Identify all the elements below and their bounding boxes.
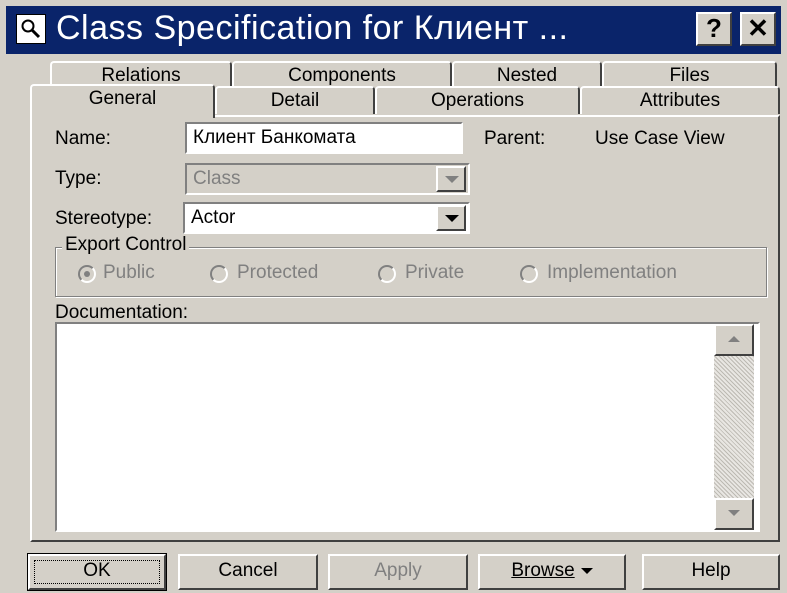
scroll-down-arrow-icon <box>728 510 740 516</box>
chevron-down-icon <box>445 176 459 183</box>
tab-detail[interactable]: Detail <box>215 86 375 114</box>
tab-files[interactable]: Files <box>602 61 777 87</box>
radio-private-label: Private <box>405 262 465 283</box>
browse-button[interactable]: Browse <box>478 554 626 590</box>
stereotype-select[interactable]: Actor <box>183 202 470 234</box>
radio-protected-label: Protected <box>237 262 319 283</box>
documentation-scrollbar[interactable] <box>714 324 754 530</box>
documentation-label: Documentation: <box>55 302 189 323</box>
ok-button[interactable]: OK <box>27 553 167 591</box>
export-control-label: Export Control <box>62 234 190 256</box>
chevron-down-icon <box>445 215 459 222</box>
type-select: Class <box>185 163 470 195</box>
tab-nested[interactable]: Nested <box>452 61 602 87</box>
focus-rectangle <box>34 560 160 584</box>
apply-button-label: Apply <box>374 560 422 581</box>
radio-public <box>78 265 96 283</box>
magnifier-icon <box>16 14 46 44</box>
scroll-up-arrow-icon <box>728 336 740 342</box>
help-title-button[interactable]: ? <box>696 12 732 46</box>
stereotype-dropdown-button[interactable] <box>436 205 466 231</box>
title-bar[interactable]: Class Specification for Клиент ... ? ✕ <box>6 6 781 54</box>
name-label: Name: <box>55 128 111 149</box>
stereotype-select-value: Actor <box>191 207 236 228</box>
radio-selected-dot <box>84 271 90 277</box>
help-button-label: Help <box>691 560 731 581</box>
stereotype-label: Stereotype: <box>55 208 153 229</box>
scroll-down-button[interactable] <box>714 498 754 530</box>
class-specification-dialog: Class Specification for Клиент ... ? ✕ R… <box>0 0 787 593</box>
window-title: Class Specification for Клиент ... <box>56 9 569 47</box>
type-label: Type: <box>55 168 102 189</box>
radio-protected <box>210 265 228 283</box>
radio-private <box>378 265 396 283</box>
close-button[interactable]: ✕ <box>740 12 776 46</box>
radio-implementation <box>520 265 538 283</box>
tab-general[interactable]: General <box>30 84 215 118</box>
type-select-value: Class <box>193 168 241 189</box>
tab-operations[interactable]: Operations <box>375 86 580 114</box>
radio-public-label: Public <box>103 262 155 283</box>
chevron-down-icon <box>580 567 593 574</box>
apply-button: Apply <box>328 554 468 590</box>
parent-value: Use Case View <box>595 128 725 149</box>
tab-components[interactable]: Components <box>232 61 452 87</box>
radio-implementation-label: Implementation <box>547 262 677 283</box>
name-field[interactable]: Клиент Банкомата <box>185 122 463 154</box>
scroll-up-button[interactable] <box>714 324 754 356</box>
tab-attributes[interactable]: Attributes <box>580 86 780 114</box>
cancel-button-label: Cancel <box>218 560 278 581</box>
documentation-textarea[interactable] <box>55 322 760 532</box>
type-dropdown-button <box>436 166 466 192</box>
browse-button-label: Browse <box>511 560 575 581</box>
cancel-button[interactable]: Cancel <box>178 554 318 590</box>
help-button[interactable]: Help <box>642 554 780 590</box>
parent-label: Parent: <box>484 128 546 149</box>
